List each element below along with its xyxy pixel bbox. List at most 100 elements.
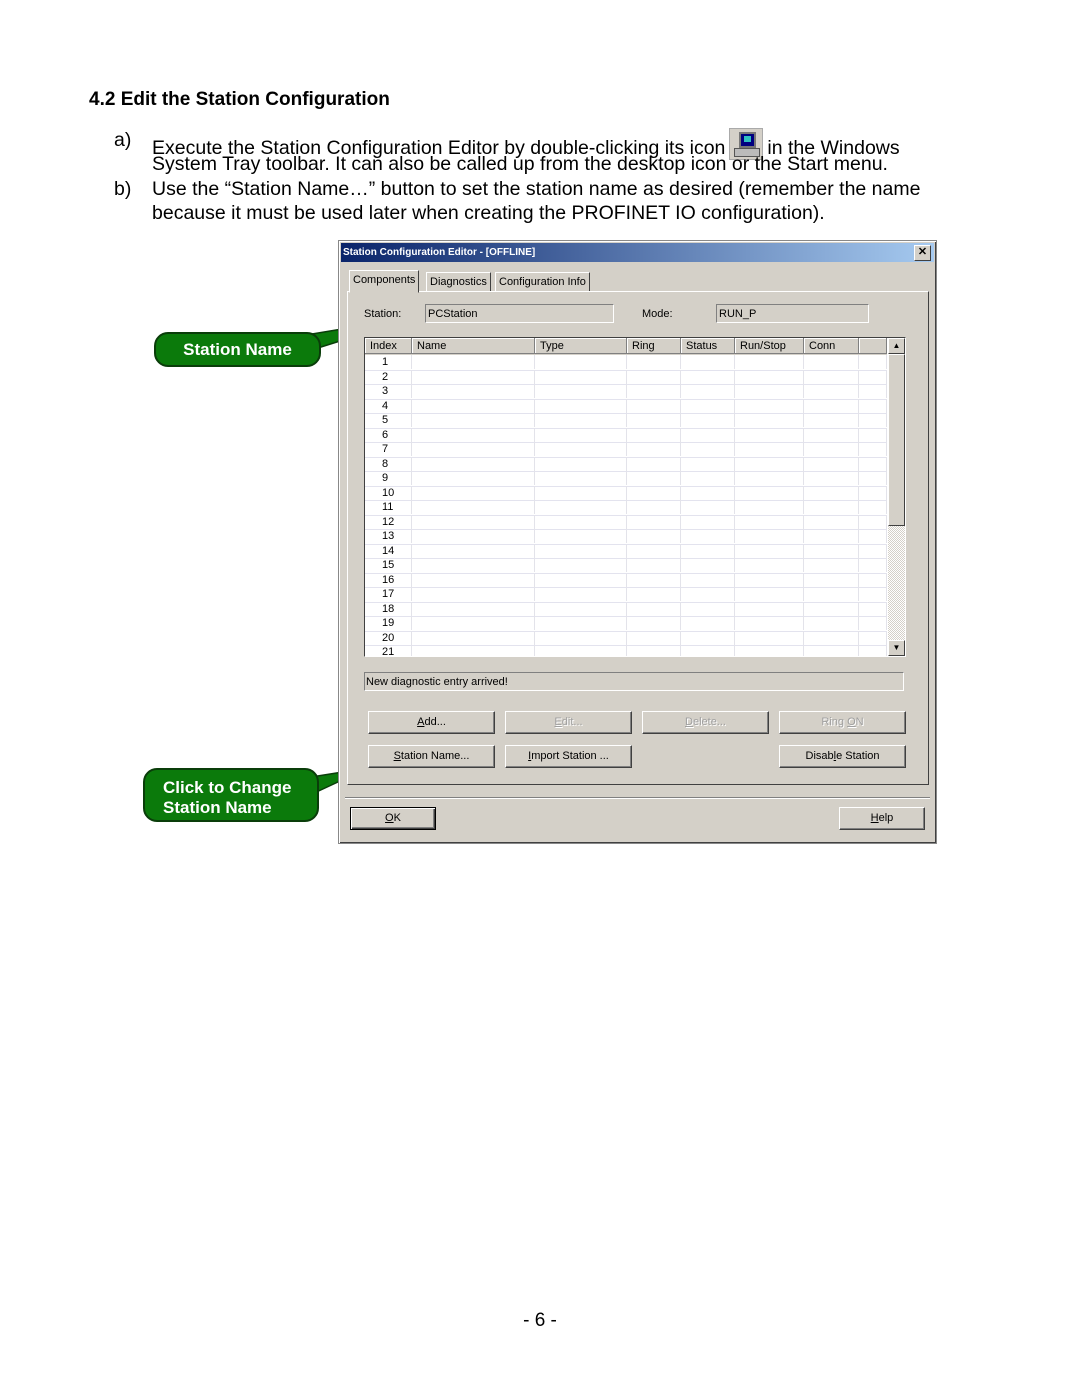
table-row[interactable]: 10 [365, 485, 887, 501]
station-name-button[interactable]: Station Name... [368, 745, 495, 768]
table-row[interactable]: 4 [365, 398, 887, 414]
table-row[interactable]: 15 [365, 558, 887, 574]
table-cell [859, 355, 887, 369]
row-index: 17 [365, 587, 412, 601]
table-cell [535, 558, 627, 572]
mnemonic: O [847, 716, 856, 728]
table-cell [535, 355, 627, 369]
ok-button[interactable]: OK [350, 807, 436, 830]
table-cell [735, 413, 804, 427]
table-cell [804, 529, 859, 543]
table-cell [535, 601, 627, 616]
table-cell [681, 384, 735, 398]
vertical-scrollbar[interactable]: ▲ ▼ [888, 338, 905, 656]
table-cell [859, 485, 887, 500]
disable-station-button[interactable]: Disable Station [779, 745, 906, 768]
column-header[interactable]: Index [365, 338, 412, 354]
column-header[interactable]: Type [535, 338, 627, 354]
table-row[interactable]: 16 [365, 572, 887, 588]
row-index: 21 [365, 645, 412, 656]
table-cell [735, 384, 804, 398]
table-cell [804, 471, 859, 485]
column-header[interactable]: Ring [627, 338, 681, 354]
table-row[interactable]: 11 [365, 500, 887, 516]
table-row[interactable]: 18 [365, 601, 887, 617]
table-cell [627, 645, 681, 656]
table-cell [412, 514, 535, 529]
table-cell [735, 514, 804, 529]
table-cell [735, 427, 804, 442]
table-cell [681, 485, 735, 500]
import-station-button[interactable]: Import Station ... [505, 745, 632, 768]
table-cell [627, 587, 681, 601]
table-cell [681, 398, 735, 413]
table-cell [681, 442, 735, 456]
scroll-down-button[interactable]: ▼ [888, 640, 905, 656]
tab-diagnostics[interactable]: Diagnostics [426, 272, 491, 292]
label-part: tation Name... [400, 750, 470, 762]
table-cell [681, 630, 735, 645]
label-part: K [393, 812, 401, 824]
table-cell [412, 456, 535, 471]
table-cell [412, 384, 535, 398]
tab-components[interactable]: Components [349, 270, 420, 293]
station-field: PCStation [425, 304, 614, 323]
window-titlebar[interactable]: Station Configuration Editor - [OFFLINE]… [341, 243, 934, 262]
table-row[interactable]: 1 [365, 355, 887, 371]
callout-text: Station Name [163, 798, 272, 817]
table-row[interactable]: 9 [365, 471, 887, 487]
components-table[interactable]: Index Name Type Ring Status Run/Stop Conn 1234… [364, 337, 906, 657]
table-row[interactable]: 20 [365, 630, 887, 646]
row-index: 9 [365, 471, 412, 485]
add-button[interactable]: Add... [368, 711, 495, 734]
page-number: - 6 - [523, 1310, 557, 1331]
table-cell [412, 500, 535, 514]
table-row[interactable]: 5 [365, 413, 887, 429]
table-cell [535, 500, 627, 514]
row-index: 8 [365, 456, 412, 471]
column-header[interactable]: Name [412, 338, 535, 354]
table-cell [412, 601, 535, 616]
scroll-up-icon: ▲ [892, 341, 901, 350]
table-cell [804, 456, 859, 471]
scroll-thumb[interactable] [888, 354, 905, 526]
station-label: Station: [364, 308, 402, 320]
column-header[interactable]: Conn [804, 338, 859, 354]
table-cell [412, 369, 535, 384]
column-header[interactable] [859, 338, 887, 354]
table-cell [859, 529, 887, 543]
table-cell [535, 514, 627, 529]
column-header[interactable]: Status [681, 338, 735, 354]
row-index: 1 [365, 355, 412, 369]
table-cell [859, 630, 887, 645]
scroll-up-button[interactable]: ▲ [888, 338, 905, 354]
table-cell [627, 601, 681, 616]
table-row[interactable]: 19 [365, 616, 887, 632]
close-button[interactable]: ✕ [914, 245, 931, 261]
table-row[interactable]: 13 [365, 529, 887, 545]
help-button[interactable]: Help [839, 807, 925, 830]
ring-on-button[interactable]: Ring ON [779, 711, 906, 734]
table-cell [627, 514, 681, 529]
table-cell [681, 369, 735, 384]
table-row[interactable]: 17 [365, 587, 887, 603]
table-row[interactable]: 21 [365, 645, 887, 656]
row-index: 15 [365, 558, 412, 572]
table-cell [859, 514, 887, 529]
delete-button[interactable]: Delete... [642, 711, 769, 734]
table-row[interactable]: 6 [365, 427, 887, 443]
table-cell [735, 543, 804, 558]
table-row[interactable]: 3 [365, 384, 887, 400]
tab-configuration-info[interactable]: Configuration Info [495, 272, 590, 292]
table-cell [412, 543, 535, 558]
table-row[interactable]: 2 [365, 369, 887, 385]
table-cell [681, 543, 735, 558]
table-row[interactable]: 12 [365, 514, 887, 530]
table-cell [735, 529, 804, 543]
column-header[interactable]: Run/Stop [735, 338, 804, 354]
edit-button[interactable]: Edit... [505, 711, 632, 734]
table-row[interactable]: 7 [365, 442, 887, 458]
table-row[interactable]: 14 [365, 543, 887, 559]
table-cell [859, 558, 887, 572]
table-row[interactable]: 8 [365, 456, 887, 472]
